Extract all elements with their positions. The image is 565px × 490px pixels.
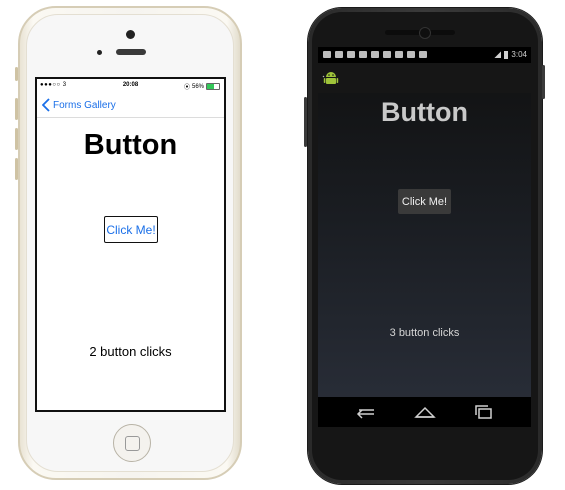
recents-icon[interactable]	[472, 403, 496, 421]
android-screen: 3:04 Button Click Me! 3 button clicks	[318, 47, 531, 427]
signal-icon	[494, 51, 502, 58]
android-page-title: Button	[381, 97, 468, 127]
back-icon[interactable]	[354, 403, 378, 421]
android-click-me-button[interactable]: Click Me!	[398, 189, 451, 214]
android-front-camera-icon	[419, 27, 431, 39]
ios-nav-bar: Forms Gallery	[37, 93, 224, 118]
earpiece-speaker	[116, 49, 146, 55]
android-volume-button	[304, 97, 307, 147]
android-power-button	[542, 65, 545, 99]
click-me-button[interactable]: Click Me!	[104, 216, 158, 243]
volume-down-button	[15, 128, 18, 150]
person-icon	[383, 51, 391, 58]
mute-switch	[15, 67, 18, 81]
click-count-label: 2 button clicks	[89, 344, 172, 359]
facebook-icon	[371, 51, 379, 58]
status-right: ⦿ 56%	[184, 82, 220, 91]
battery-icon	[504, 50, 509, 59]
page-title: Button	[83, 129, 178, 161]
android-click-count-label: 3 button clicks	[389, 327, 460, 339]
ios-screen: ●●●○○ 3 20:08 ⦿ 56% Forms Gallery Button…	[35, 77, 226, 412]
sensor-dot	[97, 50, 102, 55]
location-icon: ⦿	[183, 85, 190, 91]
home-icon[interactable]	[413, 403, 437, 421]
android-nav-bar	[318, 397, 531, 427]
notification-icons	[323, 51, 427, 58]
home-square-icon	[125, 436, 140, 451]
android-status-right: 3:04	[494, 50, 527, 59]
image-icon	[347, 51, 355, 58]
volume-up-button	[15, 98, 18, 120]
android-status-bar: 3:04	[318, 47, 531, 63]
message-icon	[323, 51, 331, 58]
side-button	[15, 158, 18, 180]
image-icon	[407, 51, 415, 58]
chevron-left-icon[interactable]	[42, 98, 50, 112]
message-icon	[335, 51, 343, 58]
battery-percent: 56%	[191, 83, 204, 90]
video-icon	[395, 51, 403, 58]
back-link[interactable]: Forms Gallery	[53, 100, 116, 111]
android-logo-icon[interactable]	[322, 68, 340, 86]
front-camera-icon	[126, 30, 135, 39]
ios-status-bar: ●●●○○ 3 20:08 ⦿ 56%	[37, 79, 224, 92]
home-button[interactable]	[113, 424, 151, 462]
battery-icon	[206, 83, 220, 90]
android-status-time: 3:04	[511, 50, 527, 59]
checkbox-icon	[419, 51, 427, 58]
gmail-icon	[359, 51, 367, 58]
android-action-bar	[318, 63, 531, 93]
